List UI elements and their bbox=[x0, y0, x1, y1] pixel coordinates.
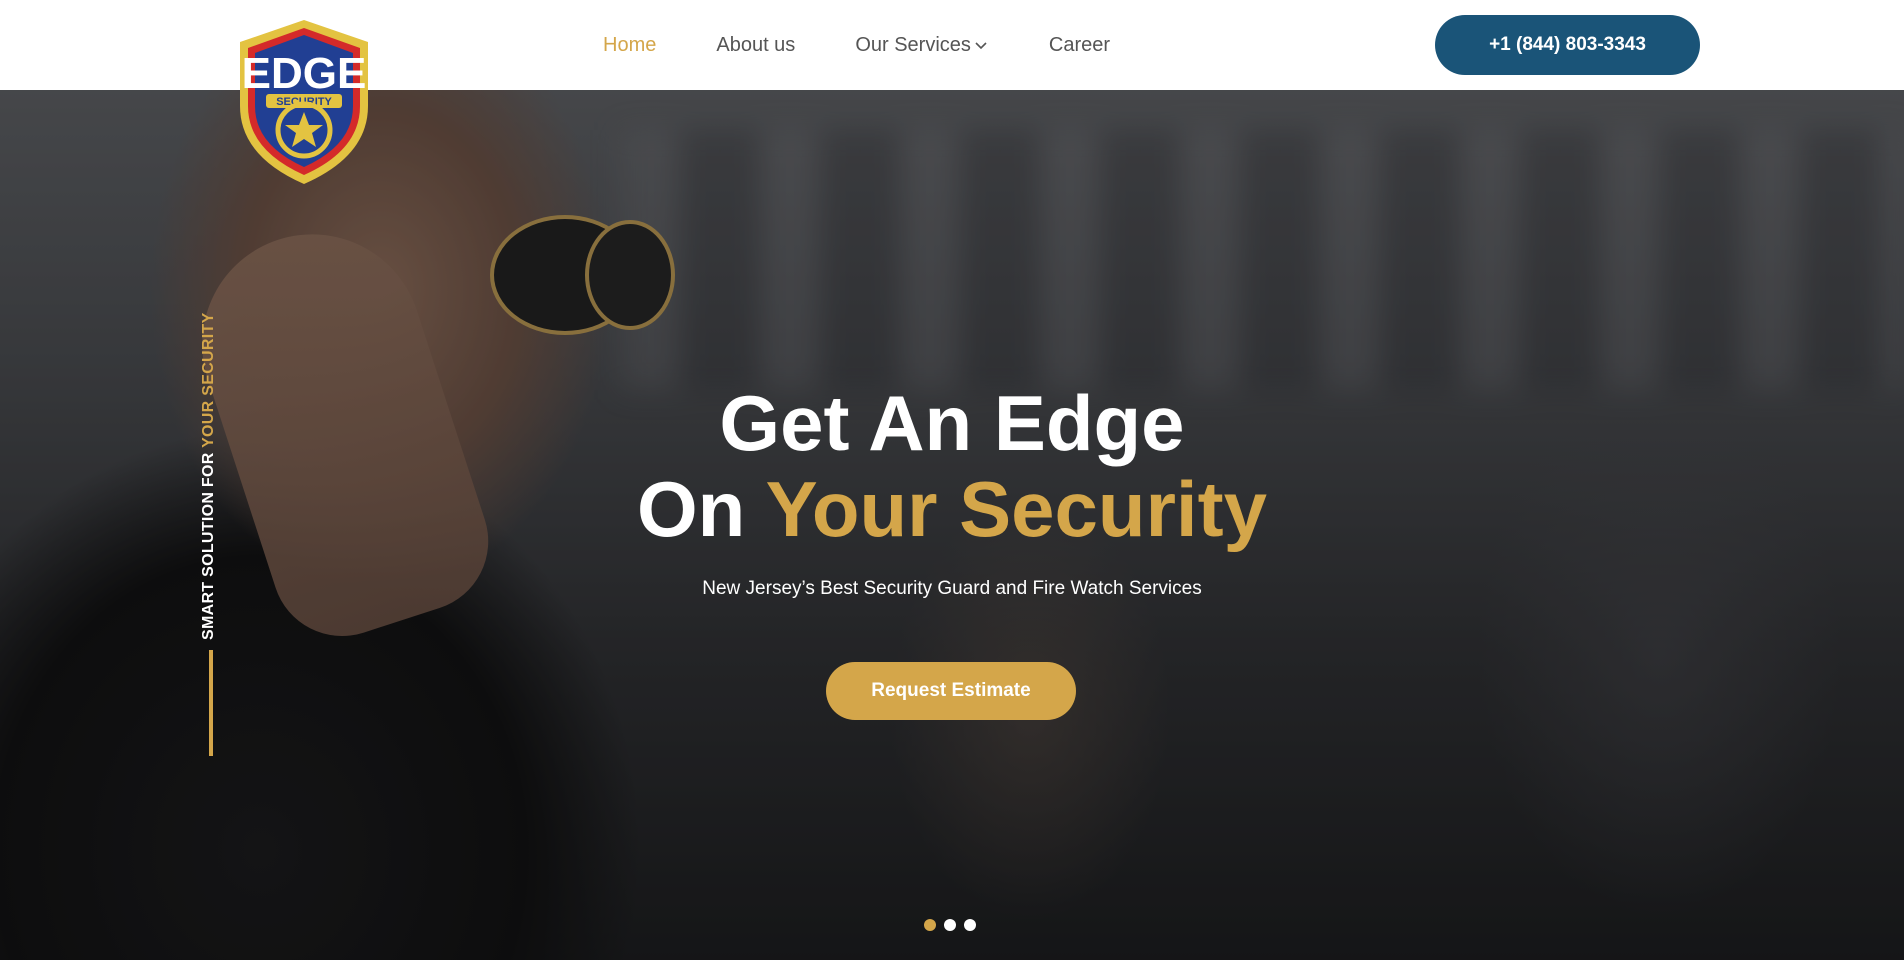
headline-line-2-gold: Your Security bbox=[765, 465, 1267, 553]
slider-dot-1[interactable] bbox=[924, 919, 936, 931]
nav-services-link[interactable]: Our Services bbox=[855, 34, 989, 57]
nav-home-link[interactable]: Home bbox=[603, 34, 656, 57]
slider-dots bbox=[924, 919, 984, 931]
logo-text: EDGE bbox=[242, 49, 367, 98]
phone-button[interactable]: +1 (844) 803-3343 bbox=[1435, 15, 1700, 75]
hero-subheadline: New Jersey’s Best Security Guard and Fir… bbox=[702, 578, 1202, 599]
request-estimate-button[interactable]: Request Estimate bbox=[826, 662, 1076, 720]
headline-line-2-white: On bbox=[637, 465, 766, 553]
chevron-down-icon bbox=[975, 42, 987, 50]
headline-line-1: Get An Edge bbox=[719, 379, 1185, 467]
nav-about-link[interactable]: About us bbox=[716, 34, 795, 57]
slider-dot-2[interactable] bbox=[944, 919, 956, 931]
nav-services-label: Our Services bbox=[855, 33, 971, 56]
slider-dot-3[interactable] bbox=[964, 919, 976, 931]
nav-career-link[interactable]: Career bbox=[1049, 34, 1110, 57]
headline-line-2: On Your Security bbox=[0, 466, 1904, 552]
edge-security-logo[interactable]: EDGE SECURITY bbox=[236, 18, 372, 186]
hero-headline: Get An Edge On Your Security bbox=[0, 380, 1904, 552]
tagline-divider bbox=[209, 650, 213, 756]
main-nav: Home About us Our Services Career bbox=[603, 0, 1170, 90]
